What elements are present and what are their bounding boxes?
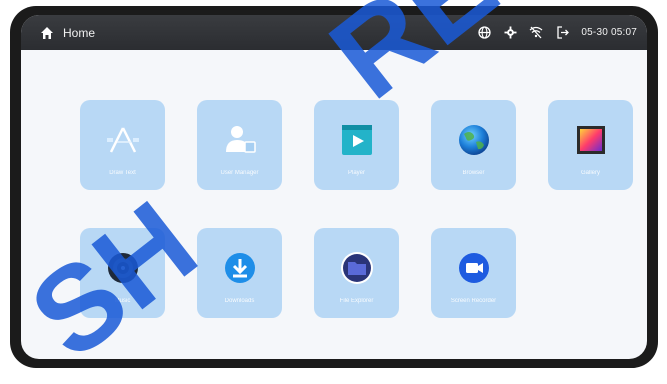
app-label: Screen Recorder [450, 298, 497, 304]
app-label: File Explorer [339, 298, 374, 304]
app-label: Player [347, 170, 365, 176]
screen: Home 05-30 05:07 Draw Text User Manager … [21, 15, 647, 359]
app-label: Draw Text [109, 170, 136, 176]
app-tile-browser[interactable]: Browser [431, 100, 516, 190]
clock: 05-30 05:07 [581, 27, 637, 38]
user-manager-icon [220, 120, 260, 160]
draw-text-icon [103, 120, 143, 160]
page-title: Home [63, 25, 96, 40]
player-icon [337, 120, 377, 160]
app-label: Downloads [224, 298, 255, 304]
device-frame: Home 05-30 05:07 Draw Text User Manager … [10, 6, 658, 368]
wifi-off-icon[interactable] [529, 26, 543, 40]
gallery-icon [571, 120, 611, 160]
home-icon[interactable] [39, 25, 55, 41]
app-tile-draw-text[interactable]: Draw Text [80, 100, 165, 190]
app-tile-player[interactable]: Player [314, 100, 399, 190]
app-tile-downloads[interactable]: Downloads [197, 228, 282, 318]
app-tile-music[interactable]: Music [80, 228, 165, 318]
app-tile-gallery[interactable]: Gallery [548, 100, 633, 190]
status-area: 05-30 05:07 [477, 26, 637, 40]
gear-icon[interactable] [503, 26, 517, 40]
app-tile-file-explorer[interactable]: File Explorer [314, 228, 399, 318]
globe-icon[interactable] [477, 26, 491, 40]
app-label: Gallery [580, 170, 600, 176]
downloads-icon [220, 248, 260, 288]
logout-icon[interactable] [555, 26, 569, 40]
app-label: Music [114, 298, 131, 304]
screen-recorder-icon [454, 248, 494, 288]
app-label: Browser [462, 170, 485, 176]
music-icon [103, 248, 143, 288]
app-tile-user-manager[interactable]: User Manager [197, 100, 282, 190]
app-tile-screen-recorder[interactable]: Screen Recorder [431, 228, 516, 318]
file-explorer-icon [337, 248, 377, 288]
status-bar: Home 05-30 05:07 [21, 15, 647, 50]
browser-icon [454, 120, 494, 160]
app-grid: Draw Text User Manager Player Browser Ga… [68, 100, 633, 320]
app-label: User Manager [220, 170, 259, 176]
